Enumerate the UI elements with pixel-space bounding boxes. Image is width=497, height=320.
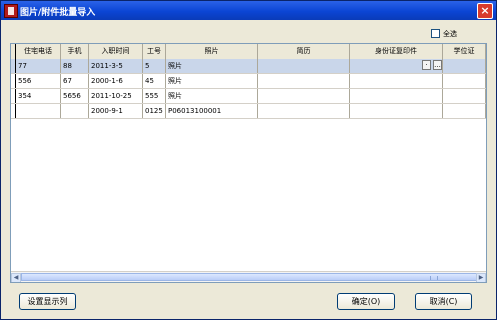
photo-cell[interactable]: P06013100001 [166,104,258,118]
scroll-left-icon[interactable]: ◀ [11,273,21,282]
photo-cell[interactable]: 照片 [166,59,258,73]
home-phone-cell[interactable]: 354 [16,89,61,103]
photo-cell[interactable]: 照片 [166,74,258,88]
column-mobile[interactable]: 手机 [61,44,89,59]
hire-date-cell[interactable]: 2011-10-25 [89,89,143,103]
table-row[interactable]: 354 5656 2011-10-25 555 照片 [11,89,486,104]
mobile-cell[interactable]: 88 [61,59,89,73]
column-resume[interactable]: 简历 [258,44,350,59]
home-phone-cell[interactable]: 77 [16,59,61,73]
title-bar: 图片/附件批量导入 × [1,1,496,20]
batch-import-window: 图片/附件批量导入 × 全选 住宅电话 手机 入职时间 工号 照片 简历 身份证… [0,0,497,320]
employee-id-cell[interactable]: 0125 [143,104,166,118]
table-row[interactable]: 2000-9-1 0125 P06013100001 [11,104,486,119]
cell-dot-button[interactable]: · [422,60,431,70]
resume-cell[interactable] [258,104,350,118]
scroll-thumb[interactable] [21,273,479,281]
resume-cell[interactable] [258,74,350,88]
column-employee-id[interactable]: 工号 [143,44,166,59]
attachment-grid[interactable]: 住宅电话 手机 入职时间 工号 照片 简历 身份证复印件 学位证 77 88 2… [10,43,487,283]
employee-id-cell[interactable]: 45 [143,74,166,88]
degree-cell[interactable] [443,104,486,118]
hire-date-cell[interactable]: 2000-9-1 [89,104,143,118]
horizontal-scrollbar[interactable]: ◀ ▶ [11,271,486,282]
mobile-cell[interactable] [61,104,89,118]
employee-id-cell[interactable]: 5 [143,59,166,73]
table-row[interactable]: 77 88 2011-3-5 5 照片 · ... [11,59,486,74]
home-phone-cell[interactable]: 556 [16,74,61,88]
hire-date-cell[interactable]: 2011-3-5 [89,59,143,73]
cell-edit-buttons: · ... [422,60,442,70]
column-degree[interactable]: 学位证 [443,44,486,59]
degree-cell[interactable] [443,59,486,73]
mobile-cell[interactable]: 67 [61,74,89,88]
ok-button[interactable]: 确定(O) [337,293,395,310]
column-hire-date[interactable]: 入职时间 [89,44,143,59]
window-title: 图片/附件批量导入 [20,8,96,18]
degree-cell[interactable] [443,74,486,88]
resume-cell[interactable] [258,59,350,73]
table-row[interactable]: 556 67 2000-1-6 45 照片 [11,74,486,89]
column-photo[interactable]: 照片 [166,44,258,59]
id-copy-cell[interactable] [350,104,443,118]
select-all-option[interactable]: 全选 [431,28,457,39]
mobile-cell[interactable]: 5656 [61,89,89,103]
close-button[interactable]: × [477,3,493,19]
scroll-grip-icon [430,276,438,280]
app-icon [4,4,18,18]
column-home-phone[interactable]: 住宅电话 [16,44,61,59]
grid-body: 77 88 2011-3-5 5 照片 · ... 556 67 2000-1-… [11,59,486,119]
degree-cell[interactable] [443,89,486,103]
hire-date-cell[interactable]: 2000-1-6 [89,74,143,88]
id-copy-cell[interactable] [350,74,443,88]
photo-cell[interactable]: 照片 [166,89,258,103]
home-phone-cell[interactable] [16,104,61,118]
id-copy-cell[interactable] [350,89,443,103]
select-all-checkbox[interactable] [431,29,440,38]
grid-header: 住宅电话 手机 入职时间 工号 照片 简历 身份证复印件 学位证 [11,44,486,60]
scroll-right-icon[interactable]: ▶ [476,273,486,282]
browse-button[interactable]: ... [433,60,442,70]
employee-id-cell[interactable]: 555 [143,89,166,103]
set-display-columns-button[interactable]: 设置显示列 [19,293,76,310]
resume-cell[interactable] [258,89,350,103]
column-id-copy[interactable]: 身份证复印件 [350,44,443,59]
select-all-label: 全选 [443,29,457,38]
cancel-button[interactable]: 取消(C) [415,293,472,310]
